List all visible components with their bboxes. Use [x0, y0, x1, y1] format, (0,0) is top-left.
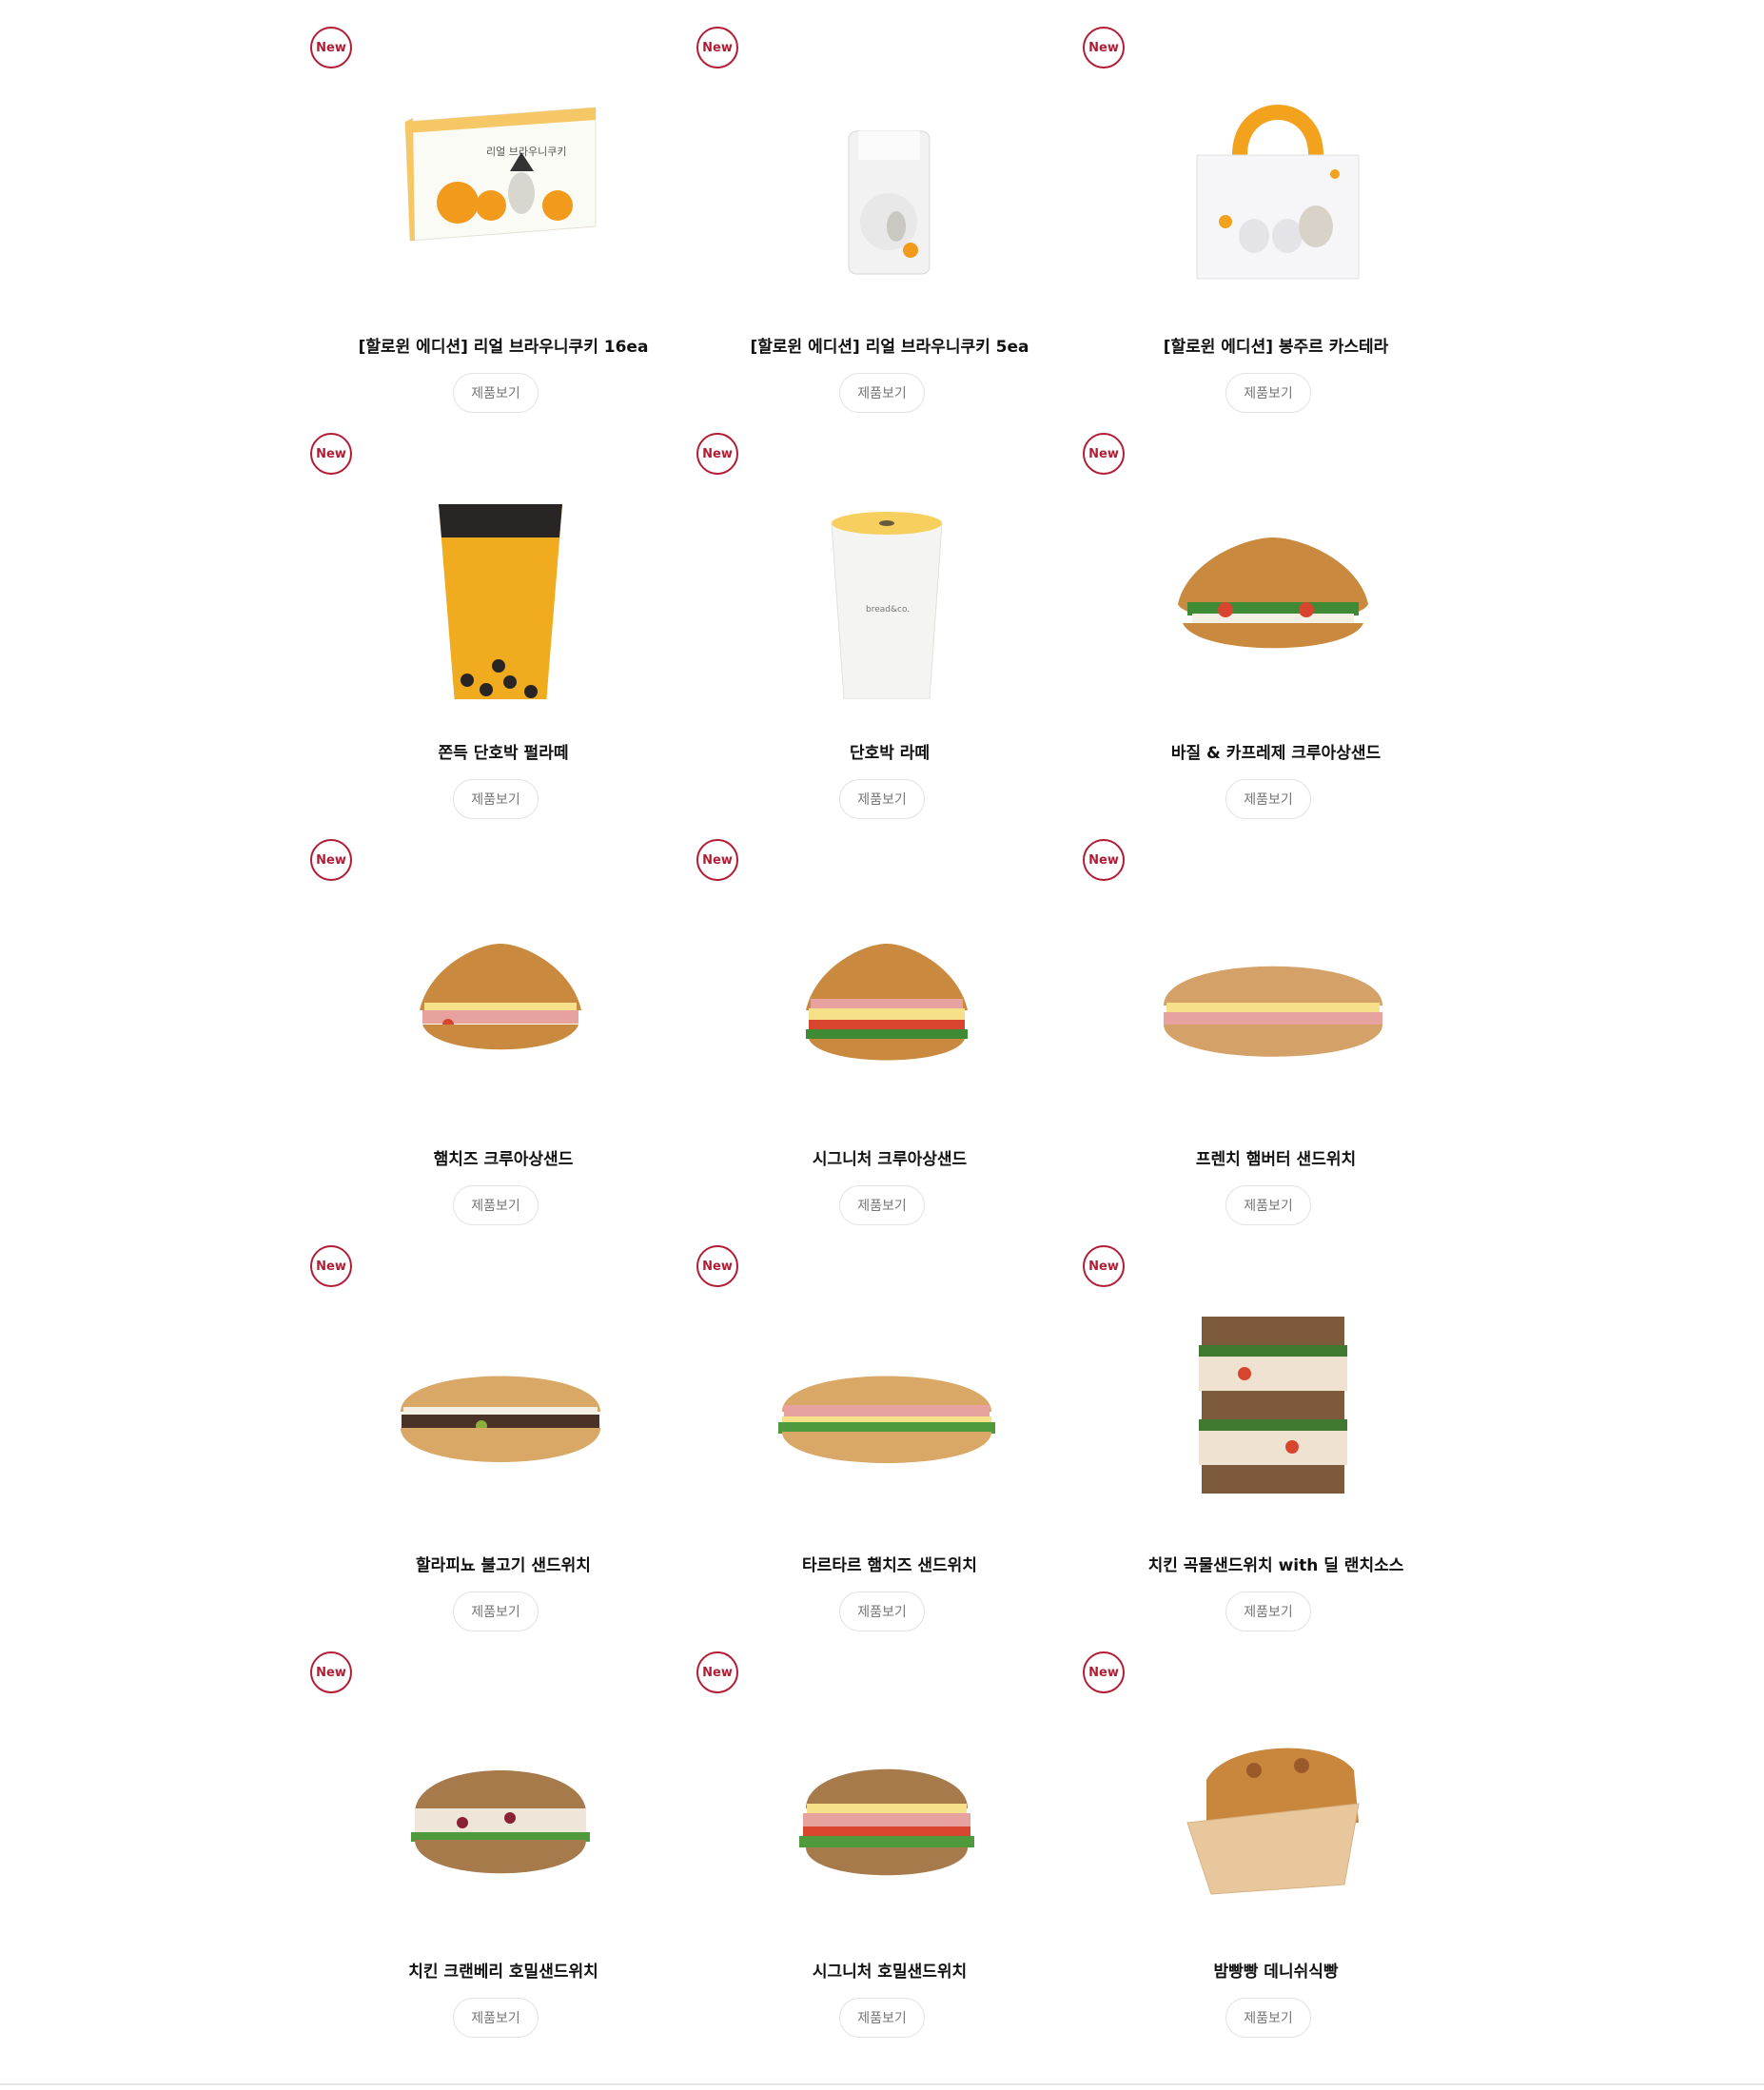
- view-product-button[interactable]: 제품보기: [1225, 1998, 1311, 2038]
- new-badge: New: [310, 839, 352, 881]
- product-name[interactable]: 치킨 곡물샌드위치 with 딜 랜치소스: [1064, 1552, 1488, 1575]
- baguette-sandwich-icon: [1164, 966, 1382, 1057]
- svg-text:bread&co.: bread&co.: [866, 605, 910, 615]
- pearl-latte-icon: [439, 504, 562, 699]
- new-badge: New: [696, 1651, 738, 1693]
- product-card[interactable]: New 바질 & 카프레제 크루아상샌드 제품보기: [1083, 433, 1469, 839]
- view-product-button[interactable]: 제품보기: [839, 373, 925, 413]
- baguette-sandwich-icon: [401, 1376, 600, 1462]
- product-card[interactable]: New 시그니처 크루아상샌드 제품보기: [696, 839, 1083, 1245]
- new-badge: New: [1083, 1245, 1125, 1287]
- product-card[interactable]: New [할로윈 에디션] 리얼 브라우니쿠키 5ea 제품보기: [696, 27, 1083, 433]
- croissant-sandwich-icon: [420, 944, 581, 1050]
- new-badge: New: [696, 27, 738, 68]
- product-card[interactable]: New 시그니처 호밀샌드위치 제품보기: [696, 1651, 1083, 2058]
- product-image[interactable]: [754, 1690, 1020, 1918]
- product-image[interactable]: bread&co.: [754, 471, 1020, 699]
- rye-sandwich-icon: [411, 1770, 590, 1874]
- product-name[interactable]: [할로윈 에디션] 봉주르 카스테라: [1064, 333, 1488, 357]
- product-card[interactable]: New 타르타르 햄치즈 샌드위치 제품보기: [696, 1245, 1083, 1651]
- product-card[interactable]: New bread&co. 단호박 라떼 제품보기: [696, 433, 1083, 839]
- new-badge: New: [310, 433, 352, 475]
- view-product-button[interactable]: 제품보기: [839, 779, 925, 819]
- rye-sandwich-icon: [799, 1768, 974, 1876]
- castella-box-icon: [1196, 105, 1360, 280]
- product-card[interactable]: New 치킨 크랜베리 호밀샌드위치 제품보기: [310, 1651, 696, 2058]
- product-image[interactable]: [367, 877, 634, 1105]
- product-grid: New 리얼 브라우니쿠키 [할로윈 에디션] 리얼 브라우니쿠키 16ea 제…: [0, 0, 1764, 2083]
- view-product-button[interactable]: 제품보기: [1225, 1592, 1311, 1631]
- product-card[interactable]: New 할라피뇨 불고기 샌드위치 제품보기: [310, 1245, 696, 1651]
- new-badge: New: [1083, 1651, 1125, 1693]
- view-product-button[interactable]: 제품보기: [453, 1592, 539, 1631]
- view-product-button[interactable]: 제품보기: [453, 373, 539, 413]
- view-product-button[interactable]: 제품보기: [1225, 373, 1311, 413]
- product-card[interactable]: New 쫀득 단호박 펄라떼 제품보기: [310, 433, 696, 839]
- footer-divider: [0, 2083, 1764, 2085]
- product-name[interactable]: 바질 & 카프레제 크루아상샌드: [1064, 739, 1488, 763]
- new-badge: New: [310, 1651, 352, 1693]
- grain-sandwich-icon: [1199, 1317, 1347, 1494]
- product-image[interactable]: [367, 1690, 634, 1918]
- new-badge: New: [1083, 839, 1125, 881]
- product-name[interactable]: 시그니처 크루아상샌드: [677, 1145, 1102, 1169]
- new-badge: New: [696, 433, 738, 475]
- product-name[interactable]: 시그니처 호밀샌드위치: [677, 1958, 1102, 1982]
- product-image[interactable]: [754, 1283, 1020, 1512]
- product-name[interactable]: [할로윈 에디션] 리얼 브라우니쿠키 16ea: [291, 333, 715, 357]
- new-badge: New: [1083, 27, 1125, 68]
- new-badge: New: [310, 27, 352, 68]
- product-name[interactable]: 햄치즈 크루아상샌드: [291, 1145, 715, 1169]
- cookie-box-icon: 리얼 브라우니쿠키: [404, 107, 597, 242]
- view-product-button[interactable]: 제품보기: [453, 779, 539, 819]
- product-name[interactable]: 밤빵빵 데니쉬식빵: [1064, 1958, 1488, 1982]
- croissant-sandwich-icon: [806, 944, 968, 1061]
- danish-bread-icon: [1186, 1748, 1360, 1895]
- product-card[interactable]: New 햄치즈 크루아상샌드 제품보기: [310, 839, 696, 1245]
- baguette-sandwich-icon: [778, 1376, 995, 1463]
- view-product-button[interactable]: 제품보기: [839, 1592, 925, 1631]
- product-image[interactable]: [1140, 877, 1406, 1105]
- product-image[interactable]: [754, 65, 1020, 293]
- product-image[interactable]: [1140, 1690, 1406, 1918]
- product-name[interactable]: [할로윈 에디션] 리얼 브라우니쿠키 5ea: [677, 333, 1102, 357]
- product-image[interactable]: [1140, 1283, 1406, 1512]
- product-image[interactable]: [754, 877, 1020, 1105]
- new-badge: New: [696, 839, 738, 881]
- view-product-button[interactable]: 제품보기: [839, 1998, 925, 2038]
- product-name[interactable]: 타르타르 햄치즈 샌드위치: [677, 1552, 1102, 1575]
- product-card[interactable]: New 치킨 곡물샌드위치 with 딜 랜치소스 제품보기: [1083, 1245, 1469, 1651]
- new-badge: New: [1083, 433, 1125, 475]
- product-name[interactable]: 쫀득 단호박 펄라떼: [291, 739, 715, 763]
- product-card[interactable]: New 프렌치 햄버터 샌드위치 제품보기: [1083, 839, 1469, 1245]
- product-image[interactable]: [367, 1283, 634, 1512]
- product-name[interactable]: 프렌치 햄버터 샌드위치: [1064, 1145, 1488, 1169]
- croissant-sandwich-icon: [1178, 537, 1368, 649]
- latte-cup-icon: bread&co.: [831, 512, 943, 699]
- product-card[interactable]: New 리얼 브라우니쿠키 [할로윈 에디션] 리얼 브라우니쿠키 16ea 제…: [310, 27, 696, 433]
- product-image[interactable]: [367, 471, 634, 699]
- product-image[interactable]: [1140, 65, 1406, 293]
- product-name[interactable]: 단호박 라떼: [677, 739, 1102, 763]
- view-product-button[interactable]: 제품보기: [839, 1185, 925, 1225]
- view-product-button[interactable]: 제품보기: [1225, 1185, 1311, 1225]
- product-card[interactable]: New 밤빵빵 데니쉬식빵 제품보기: [1083, 1651, 1469, 2058]
- cookie-bag-icon: [848, 130, 931, 275]
- view-product-button[interactable]: 제품보기: [453, 1998, 539, 2038]
- product-name[interactable]: 할라피뇨 불고기 샌드위치: [291, 1552, 715, 1575]
- svg-text:리얼 브라우니쿠키: 리얼 브라우니쿠키: [486, 145, 566, 158]
- view-product-button[interactable]: 제품보기: [453, 1185, 539, 1225]
- product-image[interactable]: 리얼 브라우니쿠키: [367, 65, 634, 293]
- product-card[interactable]: New [할로윈 에디션] 봉주르 카스테라 제품보기: [1083, 27, 1469, 433]
- product-image[interactable]: [1140, 471, 1406, 699]
- view-product-button[interactable]: 제품보기: [1225, 779, 1311, 819]
- product-name[interactable]: 치킨 크랜베리 호밀샌드위치: [291, 1958, 715, 1982]
- new-badge: New: [696, 1245, 738, 1287]
- new-badge: New: [310, 1245, 352, 1287]
